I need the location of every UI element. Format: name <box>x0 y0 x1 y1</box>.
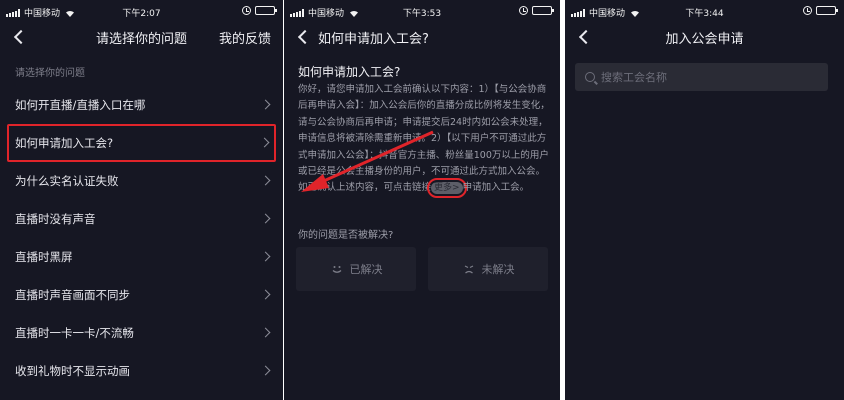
chevron-right-icon <box>260 289 271 300</box>
clock: 下午2:07 <box>122 9 161 19</box>
chevron-right-icon <box>259 137 270 148</box>
question-label: 收到礼物时不显示动画 <box>15 364 130 378</box>
status-bar: 中国移动 下午3:44 <box>565 0 844 22</box>
status-bar: 中国移动 下午2:07 <box>0 0 283 22</box>
screen-join-guild: 中国移动 下午3:44 加入公会申请 搜索工会名称 <box>565 0 844 400</box>
resolved-button[interactable]: 已解决 <box>296 247 416 291</box>
battery-icon <box>255 6 277 15</box>
chevron-right-icon <box>260 213 271 224</box>
search-icon <box>585 72 595 82</box>
question-item[interactable]: 收到礼物时不显示动画 <box>0 352 283 390</box>
question-item[interactable]: 直播时没有声音 <box>0 200 283 238</box>
question-label: 直播时声音画面不同步 <box>15 288 130 302</box>
alarm-icon <box>803 6 812 15</box>
section-label: 请选择你的问题 <box>15 68 85 79</box>
chevron-right-icon <box>260 327 271 338</box>
search-placeholder: 搜索工会名称 <box>601 71 667 84</box>
screen-question-list: 中国移动 下午2:07 请选择你的问题 我的反馈 请选择你的问题 如何开直播/直… <box>0 0 283 400</box>
nav-bar: 加入公会申请 <box>565 22 844 52</box>
unresolved-button[interactable]: 未解决 <box>428 247 548 291</box>
question-list: 如何开直播/直播入口在哪 如何申请加入工会? 为什么实名认证失败 直播时没有声音… <box>0 86 283 390</box>
question-label: 如何开直播/直播入口在哪 <box>15 98 146 112</box>
smile-icon <box>332 266 341 273</box>
chevron-right-icon <box>260 175 271 186</box>
screen-answer-detail: 中国移动 下午3:53 如何申请加入工会? 如何申请加入工会? 你好，请您申请加… <box>284 0 560 400</box>
page-title: 如何申请加入工会? <box>318 32 429 47</box>
question-label: 直播时没有声音 <box>15 212 96 226</box>
battery-icon <box>532 6 554 15</box>
question-item[interactable]: 直播时一卡一卡/不流畅 <box>0 314 283 352</box>
page-title: 加入公会申请 <box>665 32 744 47</box>
guild-search-input[interactable]: 搜索工会名称 <box>575 63 828 91</box>
question-label: 为什么实名认证失败 <box>15 174 119 188</box>
chevron-right-icon <box>260 365 271 376</box>
answer-tail: 申请加入工会。 <box>462 182 530 194</box>
question-item-highlighted[interactable]: 如何申请加入工会? <box>7 124 276 162</box>
my-feedback-button[interactable]: 我的反馈 <box>219 28 271 47</box>
question-item[interactable]: 直播时黑屏 <box>0 238 283 276</box>
alarm-icon <box>519 6 528 15</box>
frown-icon <box>464 265 473 274</box>
nav-bar: 请选择你的问题 我的反馈 <box>0 22 283 52</box>
question-item[interactable]: 如何开直播/直播入口在哪 <box>0 86 283 124</box>
resolved-question: 你的问题是否被解决? <box>298 230 394 241</box>
question-label: 直播时黑屏 <box>15 250 73 264</box>
chevron-right-icon <box>260 99 271 110</box>
resolved-label: 已解决 <box>349 263 383 276</box>
annotation-arrow-icon <box>301 130 434 192</box>
question-label: 如何申请加入工会? <box>15 136 114 150</box>
battery-icon <box>816 6 838 15</box>
question-item[interactable]: 为什么实名认证失败 <box>0 162 283 200</box>
status-bar: 中国移动 下午3:53 <box>284 0 560 22</box>
nav-bar: 如何申请加入工会? <box>284 22 560 52</box>
chevron-right-icon <box>260 251 271 262</box>
alarm-icon <box>242 6 251 15</box>
question-label: 直播时一卡一卡/不流畅 <box>15 326 134 340</box>
question-item[interactable]: 直播时声音画面不同步 <box>0 276 283 314</box>
back-button[interactable] <box>294 28 312 46</box>
question-title: 如何申请加入工会? <box>298 65 401 79</box>
unresolved-label: 未解决 <box>481 263 515 276</box>
